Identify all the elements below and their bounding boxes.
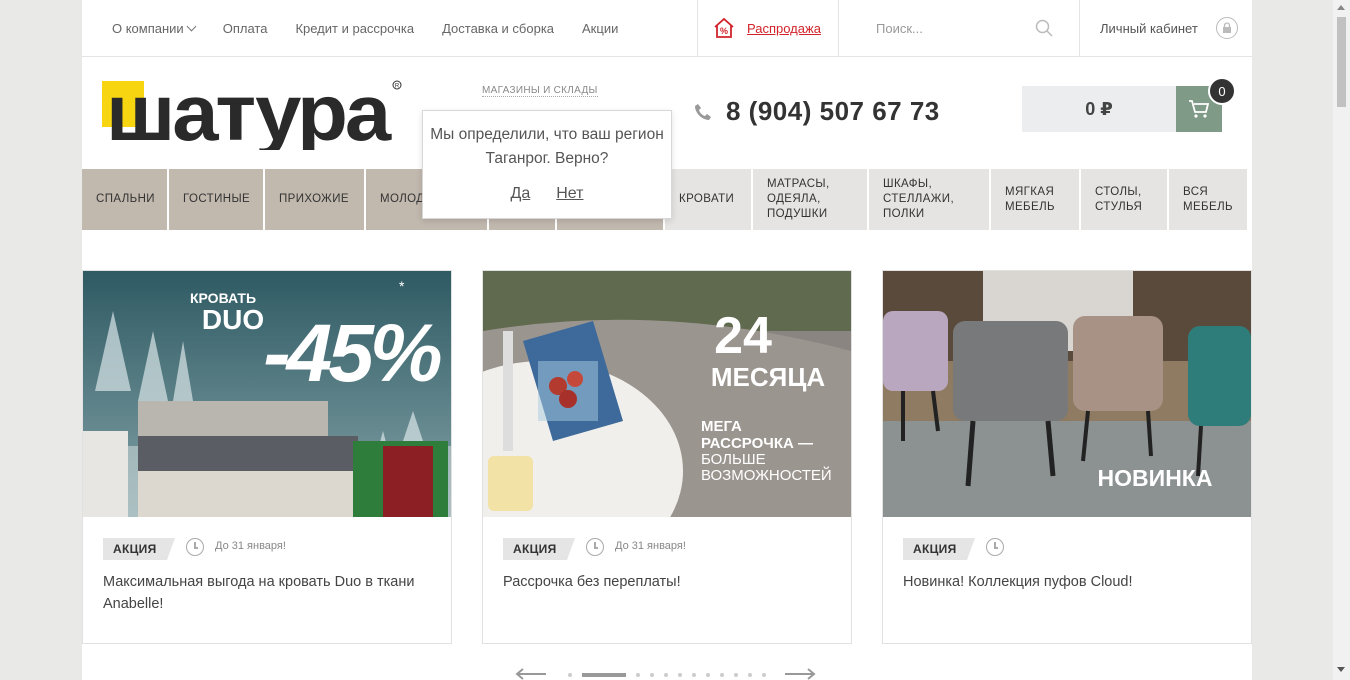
slider-dots	[568, 673, 766, 677]
banner-line-3: БОЛЬШЕ	[701, 451, 766, 468]
category-item[interactable]: Гостиные	[169, 169, 263, 230]
phone[interactable]: 8 (904) 507 67 73	[694, 96, 940, 127]
category-item[interactable]: Прихожие	[265, 169, 364, 230]
scroll-up-icon[interactable]	[1337, 5, 1345, 10]
logo[interactable]: шатура R	[102, 68, 404, 157]
sale-house-icon: %	[714, 17, 734, 38]
clock-icon	[586, 538, 604, 556]
category-item[interactable]: Мягкая мебель	[991, 169, 1079, 230]
slider-dot[interactable]	[582, 673, 626, 677]
phone-icon	[695, 103, 711, 120]
promo-card-3[interactable]: НОВИНКА АКЦИЯ Новинка! Коллекция пуфов C…	[882, 270, 1252, 644]
slider-dot[interactable]	[664, 673, 668, 677]
promo-badge: АКЦИЯ	[503, 538, 574, 560]
slider-dot[interactable]	[734, 673, 738, 677]
sale-link[interactable]: % Распродажа	[697, 0, 839, 56]
promo-date: До 31 января!	[215, 540, 286, 552]
slider-dot[interactable]	[678, 673, 682, 677]
banner-asterisk: *	[399, 278, 405, 294]
category-item[interactable]: Матрасы, одеяла, подушки	[753, 169, 867, 230]
scrollbar-thumb[interactable]	[1337, 17, 1346, 107]
banner-line-2: РАССРОЧКА —	[701, 435, 813, 452]
nav-about[interactable]: О компании	[112, 20, 197, 36]
account-link[interactable]: Личный кабинет	[1079, 0, 1252, 56]
slider-dot[interactable]	[692, 673, 696, 677]
slider-dot[interactable]	[720, 673, 724, 677]
clock-icon	[186, 538, 204, 556]
promo-description[interactable]: Новинка! Коллекция пуфов Cloud!	[903, 571, 1233, 593]
promo-image-poufs[interactable]: НОВИНКА	[883, 271, 1251, 517]
search-icon[interactable]	[1035, 19, 1053, 37]
search-input[interactable]: Поиск...	[876, 21, 923, 36]
slider-dot[interactable]	[748, 673, 752, 677]
top-nav: О компании Оплата Кредит и рассрочка Дос…	[112, 0, 618, 56]
chevron-down-icon	[186, 21, 197, 31]
banner-new-label: НОВИНКА	[1098, 465, 1213, 491]
region-yes-button[interactable]: Да	[511, 185, 531, 203]
promo-date: До 31 января!	[615, 540, 686, 552]
cart-icon	[1189, 100, 1210, 118]
region-no-button[interactable]: Нет	[556, 185, 583, 203]
category-item[interactable]: Кровати	[665, 169, 751, 230]
svg-text:R: R	[395, 84, 400, 90]
banner-months-number: 24	[714, 307, 772, 365]
top-bar: О компании Оплата Кредит и рассрочка Дос…	[82, 0, 1252, 57]
nav-credit[interactable]: Кредит и рассрочка	[295, 21, 414, 36]
category-item[interactable]: Спальни	[82, 169, 167, 230]
category-item[interactable]: Вся мебель	[1169, 169, 1247, 230]
slider-prev-arrow-icon[interactable]	[515, 668, 547, 680]
promo-card-1[interactable]: КРОВАТЬ DUO -45% * АКЦИЯ До 31 января! М…	[82, 270, 452, 644]
promo-image-installment[interactable]: 24 МЕСЯЦА МЕГА РАССРОЧКА — БОЛЬШЕ ВОЗМОЖ…	[483, 271, 851, 517]
category-item[interactable]: Столы, стулья	[1081, 169, 1167, 230]
slider-next-arrow-icon[interactable]	[784, 668, 816, 680]
slider-dot[interactable]	[636, 673, 640, 677]
lock-icon	[1216, 17, 1238, 39]
region-popup: Мы определили, что ваш регион Таганрог. …	[422, 110, 672, 219]
account-label: Личный кабинет	[1100, 20, 1198, 36]
search-field[interactable]: Поиск...	[839, 0, 1079, 56]
banner-line-1: МЕГА	[701, 418, 742, 435]
nav-delivery[interactable]: Доставка и сборка	[442, 21, 554, 36]
slider-dot[interactable]	[706, 673, 710, 677]
banner-discount: -45%	[263, 308, 441, 399]
scrollbar[interactable]	[1333, 0, 1350, 680]
nav-payment[interactable]: Оплата	[223, 21, 268, 36]
promo-image-bed-duo[interactable]: КРОВАТЬ DUO -45% *	[83, 271, 451, 517]
promo-description[interactable]: Рассрочка без переплаты!	[503, 571, 833, 593]
promo-badge: АКЦИЯ	[103, 538, 174, 560]
svg-text:%: %	[720, 26, 728, 36]
region-popup-message: Мы определили, что ваш регион Таганрог. …	[430, 126, 664, 167]
slider-dot[interactable]	[762, 673, 766, 677]
clock-icon	[986, 538, 1004, 556]
cart[interactable]: 0 ₽ 0	[1022, 77, 1236, 132]
promo-badge: АКЦИЯ	[903, 538, 974, 560]
nav-promos[interactable]: Акции	[582, 21, 618, 36]
cart-count-badge: 0	[1208, 77, 1236, 105]
promo-card-2[interactable]: 24 МЕСЯЦА МЕГА РАССРОЧКА — БОЛЬШЕ ВОЗМОЖ…	[482, 270, 852, 644]
cart-sum: 0 ₽	[1022, 86, 1176, 132]
slider-dot[interactable]	[568, 673, 572, 677]
slider-dot[interactable]	[650, 673, 654, 677]
banner-line-4: ВОЗМОЖНОСТЕЙ	[701, 466, 832, 484]
banner-duo-label: DUO	[202, 304, 264, 335]
stores-link[interactable]: МАГАЗИНЫ И СКЛАДЫ	[482, 85, 598, 97]
category-item[interactable]: Шкафы, стеллажи, полки	[869, 169, 989, 230]
scroll-down-icon[interactable]	[1337, 667, 1345, 672]
banner-months-label: МЕСЯЦА	[711, 362, 825, 392]
sale-label: Распродажа	[747, 20, 821, 36]
logo-text: шатура	[106, 78, 392, 150]
page: О компании Оплата Кредит и рассрочка Дос…	[82, 0, 1252, 680]
nav-about-label: О компании	[112, 20, 184, 36]
phone-number: 8 (904) 507 67 73	[726, 96, 940, 126]
promo-description[interactable]: Максимальная выгода на кровать Duo в тка…	[103, 571, 433, 615]
